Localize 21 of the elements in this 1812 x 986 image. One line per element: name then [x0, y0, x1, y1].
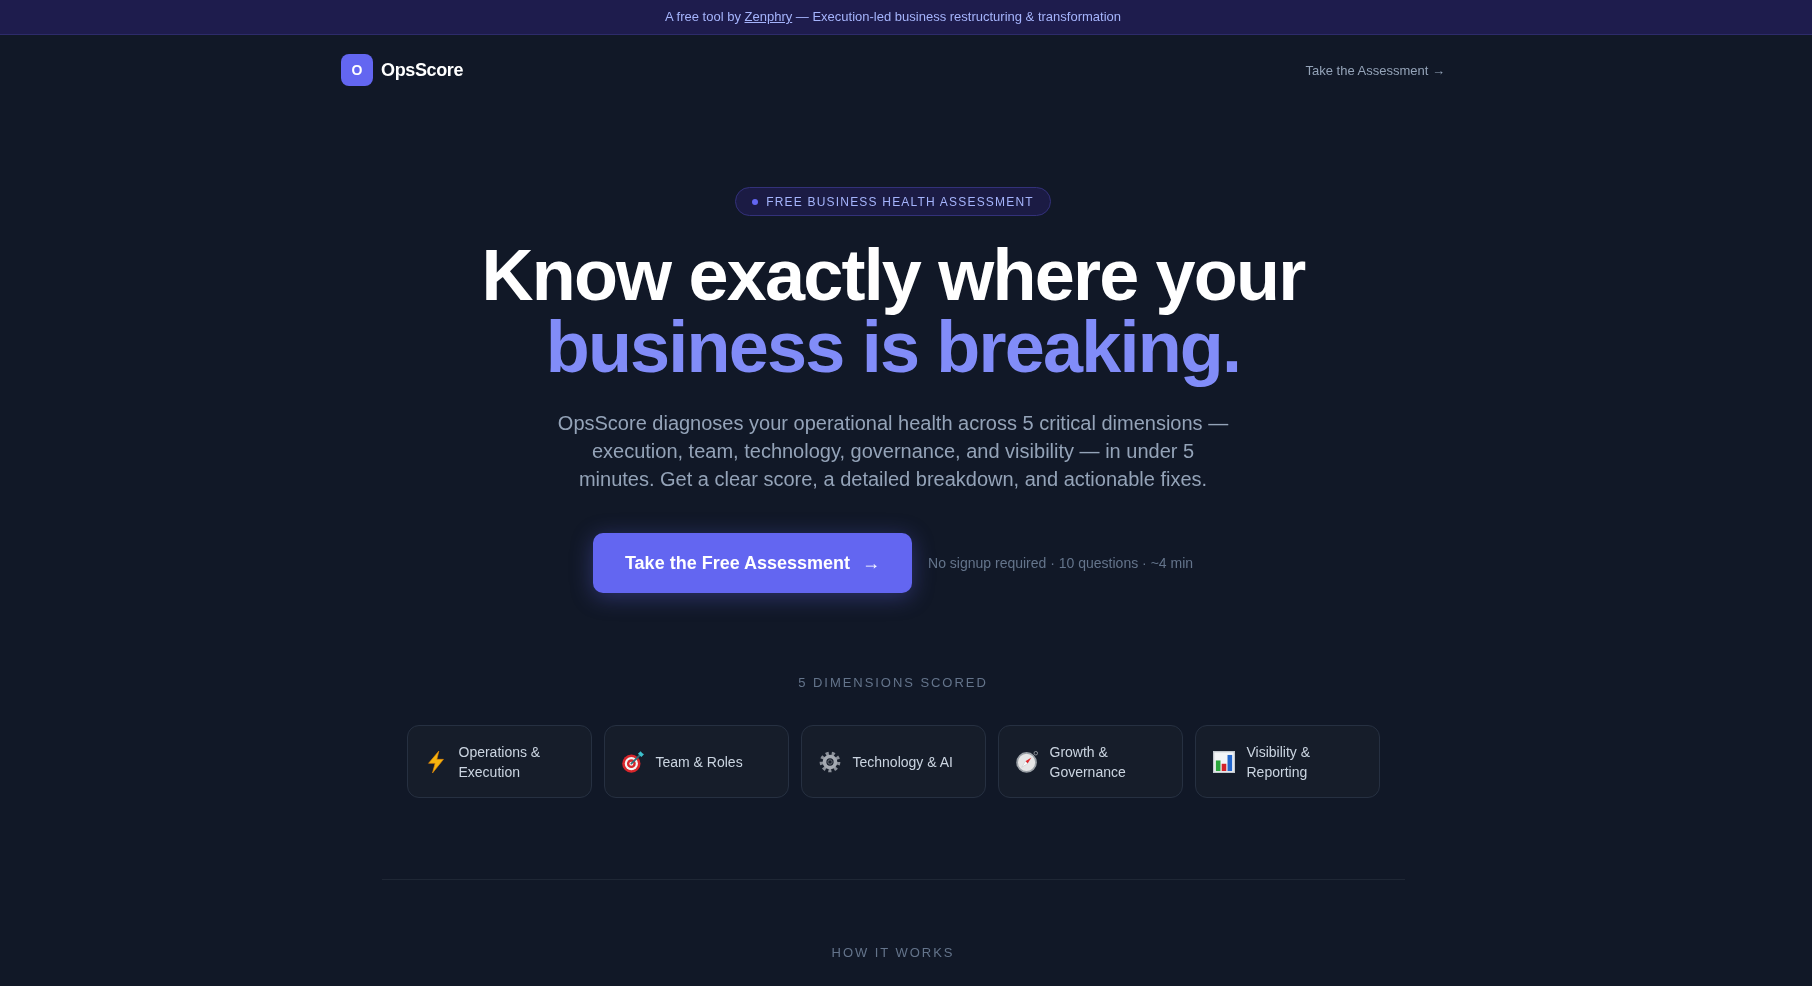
badge-label: FREE BUSINESS HEALTH ASSESSMENT — [766, 194, 1034, 209]
brand-name: OpsScore — [381, 59, 464, 81]
logo-mark: O — [341, 54, 373, 86]
bar-chart-icon — [1212, 750, 1235, 773]
dimension-label: Team & Roles — [655, 752, 743, 772]
dimension-label: Visibility & Reporting — [1246, 742, 1312, 782]
section-heading: HOW IT WORKS — [831, 945, 955, 961]
dimension-label: Technology & AI — [852, 752, 953, 772]
dimension-label: Operations & Execution — [458, 742, 542, 782]
dimension-label: Growth & Governance — [1049, 742, 1127, 782]
banner-link[interactable]: Zenphry — [744, 9, 793, 24]
target-icon — [621, 750, 644, 773]
banner-text: A free tool by Zenphry — Execution-led business restructuring & transformation — [665, 9, 1121, 25]
nav-assessment-link[interactable]: Take the Assessment → — [1305, 62, 1445, 78]
dot-icon — [752, 198, 759, 205]
gear-icon — [818, 750, 841, 773]
section-heading: 5 DIMENSIONS SCORED — [798, 675, 988, 691]
start-assessment-button[interactable]: Take the Free Assessment → — [592, 533, 913, 593]
hero-description: OpsScore diagnoses your operational health across 5 critical dimensions — execution, team, technology, governance, and visibility — in under 5 minutes. Get a clear score, a detailed breakdown, and actionable fixes. — [556, 411, 1230, 492]
compass-icon — [1015, 750, 1038, 773]
assessment-note: No signup required · 10 questions · ~4 min — [928, 555, 1194, 571]
